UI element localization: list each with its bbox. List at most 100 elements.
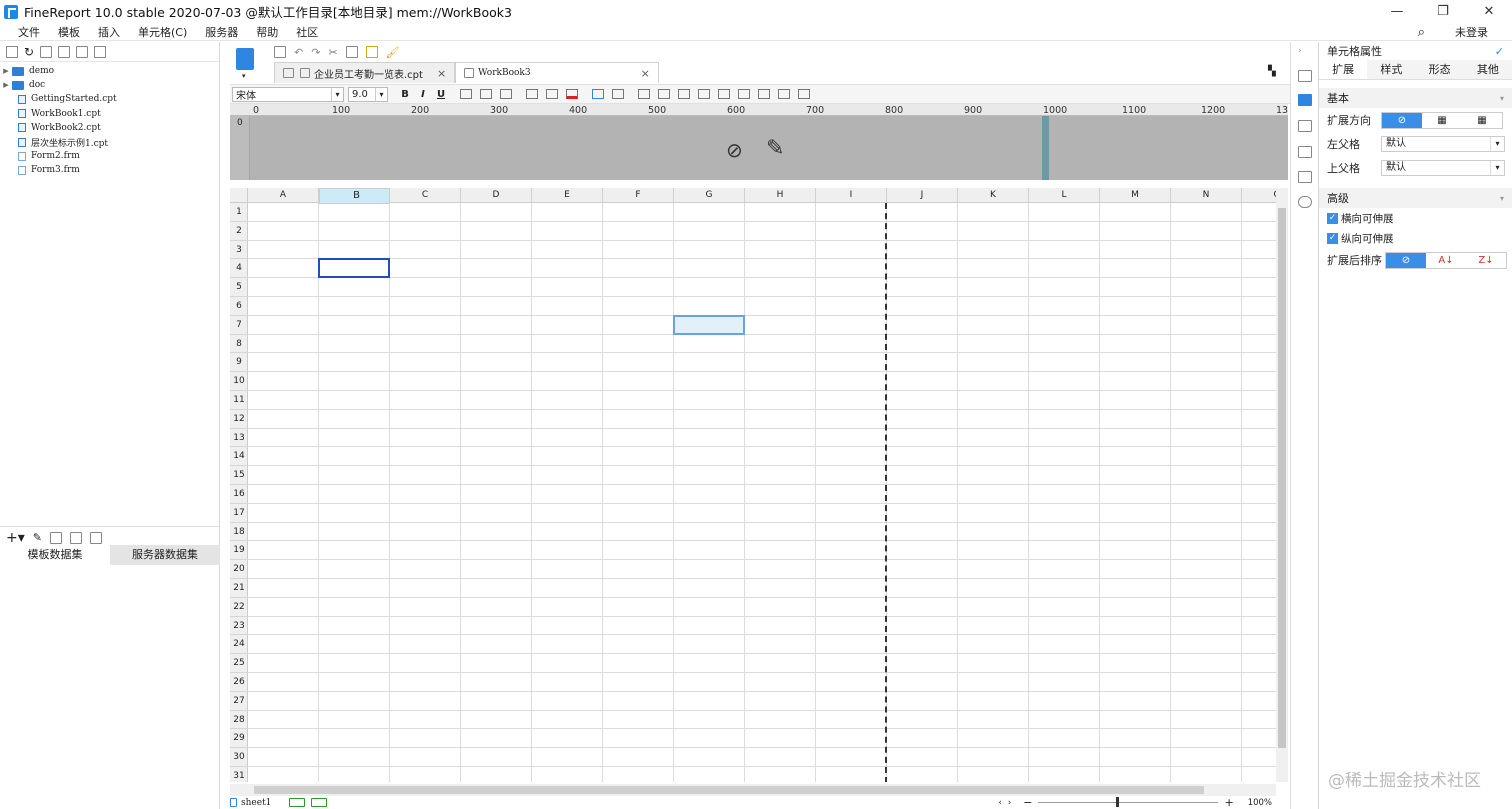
insert-text-icon[interactable] [638,89,650,99]
tab-server-dataset[interactable]: 服务器数据集 [110,545,220,565]
horizontal-expand-icon[interactable]: ▦ [1462,112,1502,128]
row-header-cell[interactable]: 10 [230,372,248,391]
column-header-cell[interactable]: G [674,188,745,203]
cell-area[interactable] [248,203,1276,782]
tree-item[interactable]: WorkBook1.cpt [0,107,219,121]
login-link[interactable]: 未登录 [1455,24,1488,40]
column-header-cell[interactable]: E [532,188,603,203]
edit-pencil-icon[interactable]: ✎ [766,136,784,161]
tree-item[interactable]: Form3.frm [0,163,219,177]
font-color-icon[interactable] [566,89,578,99]
delete-dataset-icon[interactable] [49,531,62,544]
column-header-cell[interactable]: N [1171,188,1242,203]
menu-cell[interactable]: 单元格(C) [132,24,199,40]
cell-attr-icon[interactable] [1298,94,1312,106]
selected-cell[interactable] [318,258,390,279]
insert-richtext-icon[interactable] [678,89,690,99]
tab-attendance[interactable]: 企业员工考勤一览表.cpt × [274,62,456,83]
row-header-cell[interactable]: 8 [230,335,248,354]
connection-icon[interactable] [89,531,102,544]
template-panel-icon[interactable] [236,48,254,70]
menu-file[interactable]: 文件 [0,24,52,40]
row-header-cell[interactable]: 30 [230,748,248,767]
insert-ab-icon[interactable] [658,89,670,99]
format-painter-icon[interactable]: 🖌 [386,46,400,59]
tab-list-icon[interactable]: ▚ [1268,66,1276,77]
sort-asc-icon[interactable]: A↓ [1426,252,1466,268]
lock-icon[interactable] [58,45,71,58]
tab-expand[interactable]: 扩展 [1319,60,1368,79]
search-icon[interactable]: ⌕ [1418,25,1425,40]
row-header-cell[interactable]: 23 [230,617,248,636]
add-poly-sheet-icon[interactable] [311,798,328,807]
preview-icon[interactable] [69,531,82,544]
zoom-slider-knob[interactable] [1116,797,1120,807]
menu-insert[interactable]: 插入 [92,24,132,40]
row-header-cell[interactable]: 31 [230,767,248,782]
spreadsheet-grid[interactable]: ABCDEFGHIJKLMNO 123456789101112131415161… [230,188,1276,782]
add-dataset-icon[interactable]: +▾ [6,530,25,546]
row-header-cell[interactable]: 3 [230,241,248,260]
column-header-cell[interactable]: H [745,188,816,203]
float-attr-icon[interactable] [1298,120,1312,132]
section-basic[interactable]: 基本 ▾ [1319,88,1512,108]
close-icon[interactable]: ✕ [1466,0,1512,23]
scroll-left-icon[interactable]: ‹ [998,798,1001,808]
align-right-icon[interactable] [500,89,512,99]
zoom-out-button[interactable]: − [1023,796,1032,809]
h-expand-checkbox[interactable]: ✓ 横向可伸展 [1319,208,1512,228]
row-header-cell[interactable]: 15 [230,466,248,485]
edit-icon[interactable]: ✎ [33,531,42,544]
new-folder-icon[interactable] [6,45,18,58]
sub-report-icon[interactable] [778,89,790,99]
menu-server[interactable]: 服务器 [199,24,250,40]
collapse-arrow-icon[interactable]: › [1298,46,1312,58]
v-expand-checkbox[interactable]: ✓ 纵向可伸展 [1319,228,1512,248]
widget-attr-icon[interactable] [1298,146,1312,158]
row-header-cell[interactable]: 2 [230,222,248,241]
no-sort-icon[interactable]: ⊘ [1386,252,1426,268]
highlighted-cell[interactable] [673,314,745,335]
checkbox-checked-icon[interactable]: ✓ [1327,232,1338,244]
row-header-cell[interactable]: 19 [230,541,248,561]
insert-chart-icon[interactable] [718,89,730,99]
tree-item[interactable]: Form2.frm [0,149,219,163]
italic-button[interactable]: I [414,89,432,100]
tree-item[interactable]: GettingStarted.cpt [0,92,219,106]
row-header-cell[interactable]: 20 [230,560,248,579]
menu-help[interactable]: 帮助 [250,24,290,40]
add-sheet-icon[interactable] [289,798,306,807]
insert-formula-icon[interactable] [698,89,710,99]
close-tab-icon[interactable]: × [641,67,650,80]
split-cells-icon[interactable] [612,89,624,99]
sort-desc-icon[interactable]: Z↓ [1466,252,1506,268]
column-header-cell[interactable]: K [958,188,1029,203]
row-header-cell[interactable]: 6 [230,297,248,316]
copy-icon[interactable] [94,45,107,58]
tree-item[interactable]: 层次坐标示例1.cpt [0,135,219,149]
pin-icon[interactable]: ✓ [1495,45,1504,58]
expand-arrow-icon[interactable]: ▶ [0,81,12,89]
column-header-cell[interactable]: J [887,188,958,203]
no-expand-icon[interactable]: ⊘ [1382,112,1422,128]
border-icon[interactable] [526,89,538,99]
checkbox-checked-icon[interactable]: ✓ [1327,212,1338,224]
menu-community[interactable]: 社区 [290,24,330,40]
row-header-cell[interactable]: 22 [230,598,248,617]
refresh-icon[interactable]: ↻ [24,45,34,59]
tab-style[interactable]: 样式 [1367,60,1416,79]
tab-shape[interactable]: 形态 [1415,60,1464,79]
row-header-cell[interactable]: 4 [230,259,248,279]
scroll-right-icon[interactable]: › [1008,798,1011,808]
fill-color-icon[interactable] [546,89,558,99]
dropdown-arrow-icon[interactable]: ▾ [242,72,246,80]
column-header-cell[interactable]: I [816,188,887,203]
row-header-cell[interactable]: 12 [230,410,248,429]
row-header-cell[interactable]: 27 [230,692,248,711]
row-header-cell[interactable]: 11 [230,391,248,410]
row-header-cell[interactable]: 13 [230,429,248,448]
hide-eye-icon[interactable]: ⊘ [726,138,743,162]
expand-arrow-icon[interactable]: ▶ [0,67,12,75]
column-header-cell[interactable]: C [390,188,461,203]
column-header-cell[interactable]: M [1100,188,1171,203]
